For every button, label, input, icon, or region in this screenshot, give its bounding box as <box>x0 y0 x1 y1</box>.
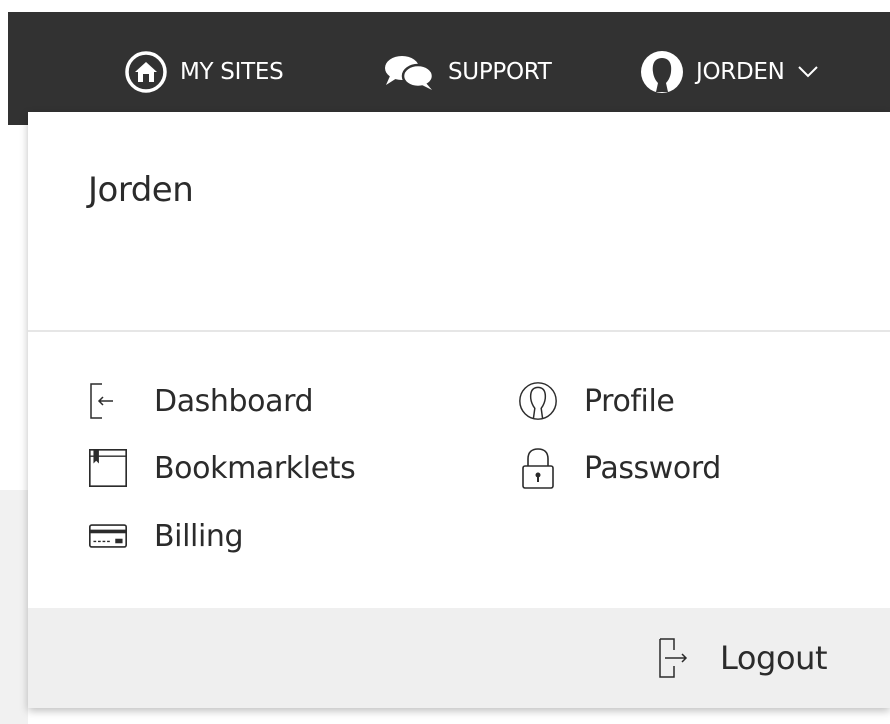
menu-link-dashboard[interactable]: Dashboard <box>88 381 314 421</box>
chat-bubbles-icon <box>382 52 436 92</box>
lock-icon <box>518 446 558 490</box>
credit-card-icon <box>88 521 128 551</box>
nav-user-menu[interactable]: JORDEN <box>640 50 819 94</box>
background-page-gray-edge <box>0 490 28 724</box>
menu-link-billing-label: Billing <box>154 518 244 554</box>
menu-link-profile[interactable]: Profile <box>518 379 675 423</box>
dashboard-enter-icon <box>88 381 128 421</box>
nav-user-label: JORDEN <box>696 59 785 85</box>
logout-exit-icon <box>658 636 690 680</box>
menu-link-password[interactable]: Password <box>518 446 721 490</box>
logout-button[interactable]: Logout <box>658 636 828 680</box>
user-dropdown-menu: Jorden Dashboard Bookmarklets Billing Pr… <box>28 112 890 708</box>
menu-link-bookmarklets[interactable]: Bookmarklets <box>88 446 356 490</box>
logout-label: Logout <box>720 639 828 677</box>
menu-link-billing[interactable]: Billing <box>88 516 244 556</box>
user-display-name: Jorden <box>88 170 194 210</box>
nav-support-label: SUPPORT <box>448 59 552 85</box>
menu-link-password-label: Password <box>584 450 721 486</box>
chevron-down-icon <box>797 65 819 79</box>
top-nav-bar: MY SITES SUPPORT JORDEN <box>8 12 890 125</box>
menu-link-profile-label: Profile <box>584 383 675 419</box>
page-top-strip <box>0 0 890 12</box>
dropdown-footer: Logout <box>28 608 890 708</box>
profile-icon <box>518 379 558 423</box>
home-icon <box>124 50 168 94</box>
page: MY SITES SUPPORT JORDEN Jorden Dashboard… <box>0 0 890 724</box>
nav-my-sites-label: MY SITES <box>180 59 284 85</box>
user-silhouette-icon <box>640 50 684 94</box>
nav-support[interactable]: SUPPORT <box>382 52 552 92</box>
menu-link-dashboard-label: Dashboard <box>154 383 314 419</box>
bookmark-icon <box>88 446 128 490</box>
menu-link-bookmarklets-label: Bookmarklets <box>154 450 356 486</box>
dropdown-divider <box>28 330 890 332</box>
nav-my-sites[interactable]: MY SITES <box>124 50 284 94</box>
